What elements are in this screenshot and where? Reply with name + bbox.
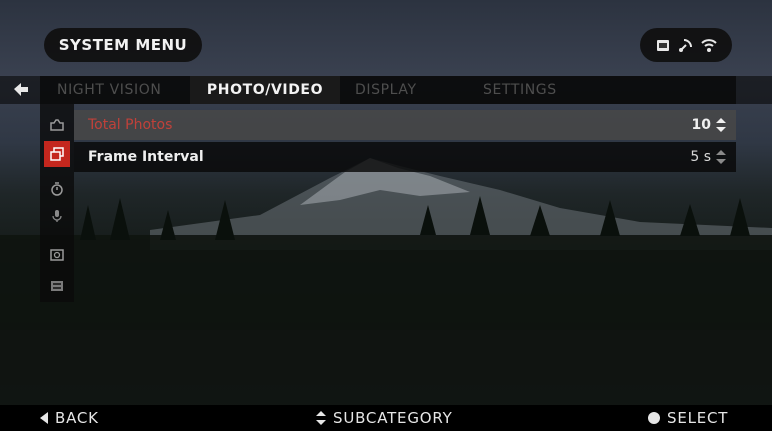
select-hint[interactable]: SELECT	[648, 409, 728, 427]
screen-capture-icon[interactable]	[44, 242, 70, 268]
up-down-stepper-icon	[716, 118, 726, 132]
microphone-icon[interactable]	[44, 203, 70, 229]
total-photos-value: 10	[691, 117, 711, 133]
frame-interval-label: Frame Interval	[88, 149, 204, 165]
landscape-background	[0, 158, 772, 405]
sd-card-icon	[655, 37, 671, 53]
total-photos-value-stepper[interactable]: 10	[692, 117, 726, 133]
tab-photo-video[interactable]: PHOTO/VIDEO	[190, 76, 340, 104]
bottom-hint-bar: BACK SUBCATEGORY SELECT	[0, 405, 772, 431]
tab-settings[interactable]: SETTINGS	[483, 76, 583, 104]
total-photos-label: Total Photos	[88, 117, 173, 133]
tab-night-vision[interactable]: NIGHT VISION	[57, 76, 181, 104]
photo-gallery-icon[interactable]	[44, 141, 70, 167]
status-indicators	[640, 28, 732, 62]
device-screen: SYSTEM MENU NIGHT VISION PHOTO/VIDEO DIS…	[0, 0, 772, 431]
wifi-icon	[701, 37, 717, 53]
timer-icon[interactable]	[44, 176, 70, 202]
system-menu-title: SYSTEM MENU	[44, 28, 202, 62]
up-down-icon	[316, 411, 326, 425]
back-arrow-icon[interactable]	[12, 82, 30, 102]
frame-interval-value: 5 s	[690, 149, 711, 165]
dot-button-icon	[648, 412, 660, 424]
tab-display[interactable]: DISPLAY	[355, 76, 445, 104]
back-hint[interactable]: BACK	[40, 409, 99, 427]
menu-row-frame-interval[interactable]: Frame Interval 5 s	[74, 142, 736, 172]
film-icon[interactable]	[44, 273, 70, 299]
subcategory-hint[interactable]: SUBCATEGORY	[316, 409, 453, 427]
menu-row-total-photos[interactable]: Total Photos 10	[74, 110, 736, 140]
up-down-stepper-icon	[716, 150, 726, 164]
gps-signal-icon	[678, 37, 694, 53]
camera-icon[interactable]	[44, 112, 70, 138]
left-triangle-icon	[40, 412, 48, 424]
frame-interval-value-stepper[interactable]: 5 s	[690, 149, 726, 165]
